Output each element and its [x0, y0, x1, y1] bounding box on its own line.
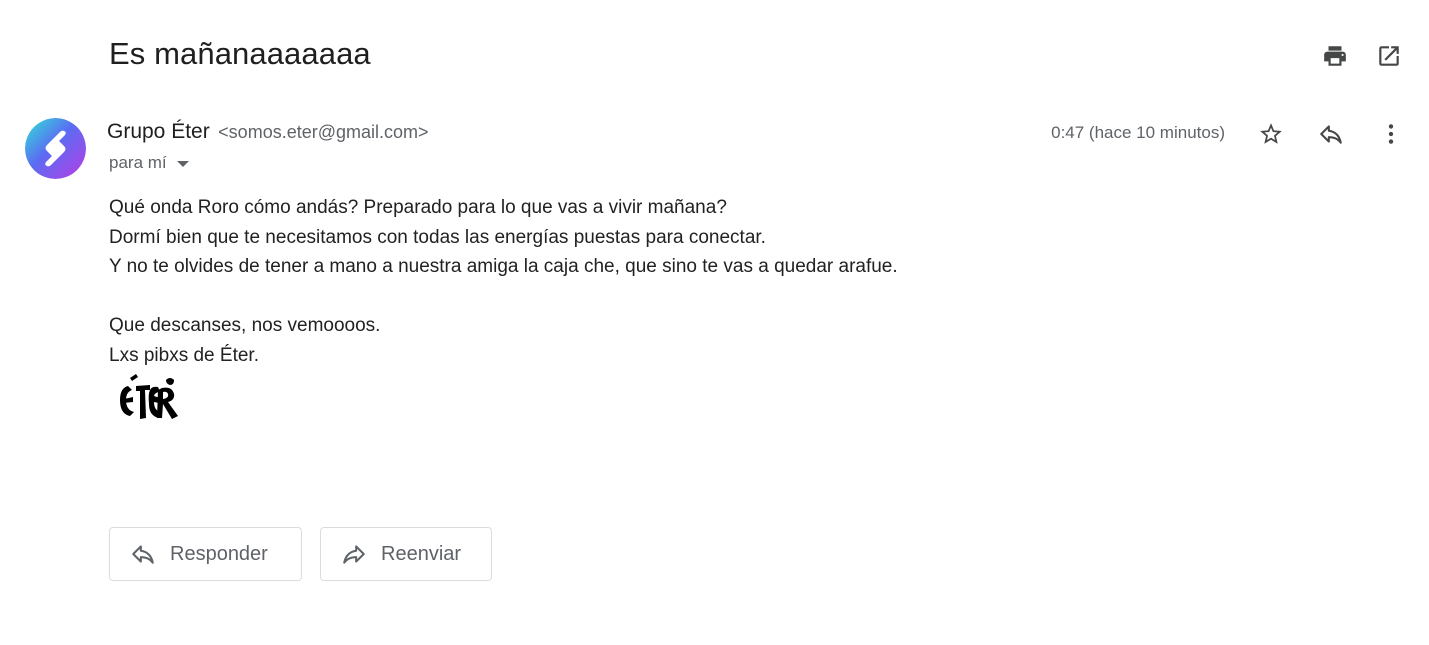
reply-button[interactable]: Responder	[109, 527, 302, 581]
more-options-button[interactable]	[1373, 116, 1409, 152]
sender-avatar-logo	[25, 118, 86, 179]
reply-actions: Responder Reenviar	[109, 527, 492, 581]
body-line: Lxs pibxs de Éter.	[109, 344, 259, 366]
open-in-new-window-button[interactable]	[1371, 38, 1407, 74]
print-icon	[1324, 46, 1346, 66]
reply-button-label: Responder	[170, 542, 268, 565]
forward-button-label: Reenviar	[381, 542, 462, 565]
body-line: Qué onda Roro cómo andás? Preparado para…	[109, 197, 727, 218]
forward-button[interactable]: Reenviar	[320, 527, 492, 581]
message-actions	[1253, 116, 1409, 152]
open-in-new-window-icon	[1379, 46, 1399, 66]
reply-icon	[132, 545, 154, 564]
reply-icon	[1320, 125, 1342, 144]
recipient-details-toggle[interactable]: para mí	[109, 153, 189, 173]
body-line: Y no te olvides de tener a mano a nuestr…	[109, 256, 898, 277]
more-vertical-icon	[1388, 124, 1394, 144]
sender-name[interactable]: Grupo Éter	[107, 120, 210, 143]
print-button[interactable]	[1317, 38, 1353, 74]
message-body: Qué onda Roro cómo andás? Preparado para…	[109, 193, 898, 370]
message-timestamp: 0:47 (hace 10 minutos)	[1051, 123, 1225, 142]
body-line: Que descanses, nos vemoooos.	[109, 315, 381, 336]
sender-info: Grupo Éter <somos.eter@gmail.com>	[107, 120, 429, 144]
sender-email: <somos.eter@gmail.com>	[218, 122, 429, 142]
star-icon	[1260, 123, 1282, 144]
star-button[interactable]	[1253, 116, 1289, 152]
sender-avatar[interactable]	[25, 118, 86, 179]
forward-icon	[343, 545, 365, 564]
caret-down-icon	[176, 161, 189, 167]
reply-icon-button[interactable]	[1313, 116, 1349, 152]
signature-logo-image	[120, 374, 178, 419]
body-line: Dormí bien que te necesitamos con todas …	[109, 226, 766, 248]
recipient-label: para mí	[109, 153, 167, 172]
thread-actions	[1317, 38, 1407, 74]
email-subject: Es mañanaaaaaaa	[109, 36, 371, 71]
